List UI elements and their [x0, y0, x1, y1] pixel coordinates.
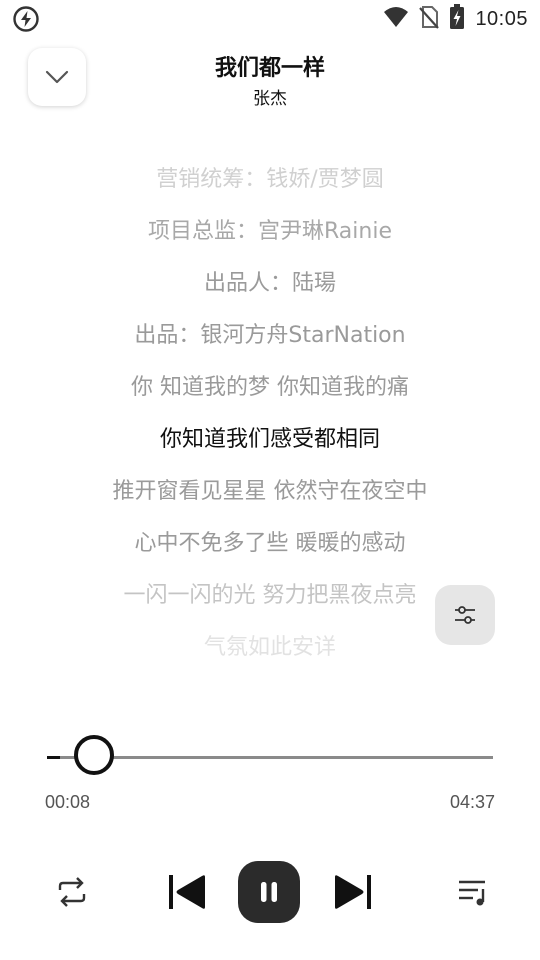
next-button[interactable] — [331, 872, 375, 912]
lyric-line[interactable]: 你 知道我的梦 你知道我的痛 — [0, 368, 540, 408]
skip-previous-icon — [169, 875, 205, 909]
status-icons: 10:05 — [383, 0, 528, 38]
lyric-line[interactable]: 出品：银河方舟StarNation — [0, 316, 540, 356]
lyric-line[interactable]: 营销统筹：钱娇/贾梦圆 — [0, 160, 540, 200]
song-artist[interactable]: 张杰 — [0, 84, 540, 109]
skip-next-icon — [335, 875, 371, 909]
repeat-icon — [58, 877, 86, 907]
playlist-icon — [459, 880, 485, 906]
status-time: 10:05 — [475, 7, 528, 30]
lyric-adjust-button[interactable] — [435, 585, 495, 645]
wifi-icon — [383, 6, 409, 32]
playlist-button[interactable] — [450, 870, 494, 914]
adjust-sliders-icon — [455, 606, 475, 624]
pause-button[interactable] — [238, 861, 300, 923]
total-time: 04:37 — [449, 792, 495, 812]
previous-button[interactable] — [165, 872, 209, 912]
lyric-line[interactable]: 心中不免多了些 暖暖的感动 — [0, 524, 540, 564]
lyric-line-active[interactable]: 你知道我们感受都相同 — [0, 420, 540, 460]
status-bar: 10:05 — [0, 0, 540, 38]
lyric-line[interactable]: 出品人：陆瑒 — [0, 264, 540, 304]
player-screen: 10:05 我们都一样 张杰 营销统筹：钱娇/贾梦圆 项目总监：宫尹琳Rainie… — [0, 0, 540, 960]
progress-fill — [47, 756, 60, 759]
no-sim-icon — [419, 5, 440, 33]
current-time: 00:08 — [45, 792, 91, 812]
progress-thumb[interactable] — [73, 735, 114, 775]
song-title: 我们都一样 — [214, 56, 325, 81]
repeat-button[interactable] — [50, 870, 94, 914]
pause-icon — [261, 882, 277, 902]
lyric-line[interactable]: 项目总监：宫尹琳Rainie — [0, 212, 540, 252]
battery-charging-icon — [449, 4, 465, 34]
battery-saver-icon — [12, 5, 40, 33]
lyric-line[interactable]: 推开窗看见星星 依然守在夜空中 — [0, 472, 540, 512]
